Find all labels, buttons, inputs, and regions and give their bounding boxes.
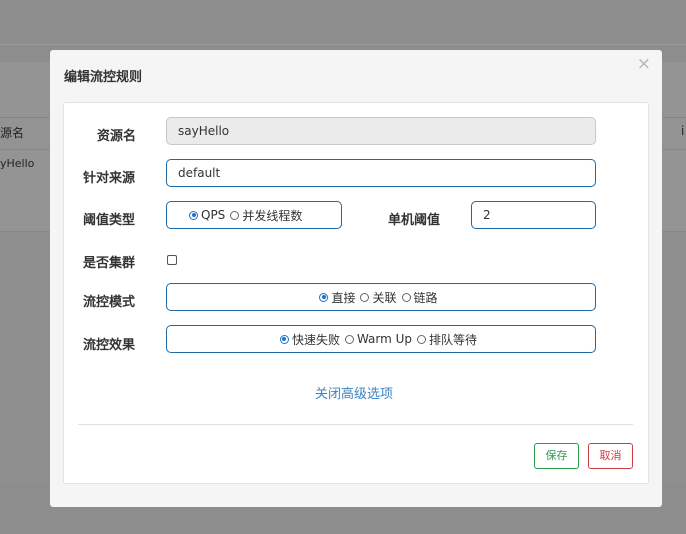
background-topbar [0, 0, 686, 45]
background-column-header-right: i [681, 124, 685, 138]
footer-divider [78, 424, 633, 425]
flow-effect-warm-up-option[interactable]: Warm Up [344, 332, 413, 346]
flow-mode-chain-label: 链路 [413, 290, 438, 305]
radio-checked-icon[interactable] [189, 210, 198, 220]
radio-checked-icon[interactable] [319, 292, 329, 302]
cluster-label: 是否集群 [83, 256, 136, 271]
threshold-type-radio-group: QPS 并发线程数 [166, 201, 342, 229]
resource-label: 资源名 [97, 129, 137, 144]
radio-unchecked-icon[interactable] [230, 210, 240, 220]
radio-unchecked-icon[interactable] [360, 292, 370, 302]
threshold-type-qps-label: QPS [201, 208, 226, 222]
radio-unchecked-icon[interactable] [344, 334, 354, 344]
flow-effect-fast-fail-label: 快速失败 [291, 332, 340, 347]
flow-effect-fast-fail-option[interactable]: 快速失败 [279, 331, 340, 348]
toggle-advanced-options-link[interactable]: 关闭高级选项 [315, 383, 393, 402]
resource-name-input[interactable]: sayHello [166, 117, 596, 145]
flow-mode-relate-option[interactable]: 关联 [360, 289, 397, 306]
flow-effect-queue-option[interactable]: 排队等待 [417, 331, 477, 348]
flow-effect-radio-group: 快速失败 Warm Up 排队等待 [166, 325, 596, 353]
radio-unchecked-icon[interactable] [401, 292, 411, 302]
threshold-type-label: 阈值类型 [83, 213, 136, 228]
close-icon[interactable]: × [637, 55, 651, 73]
flow-effect-label: 流控效果 [83, 338, 136, 353]
dialog-form-panel: 资源名 sayHello 针对来源 default 阈值类型 QPS 并发线程数… [63, 102, 649, 484]
cancel-button[interactable]: 取消 [588, 443, 633, 469]
flow-effect-queue-label: 排队等待 [429, 332, 478, 347]
threshold-type-thread-option[interactable]: 并发线程数 [230, 207, 302, 224]
flow-mode-direct-label: 直接 [331, 290, 356, 305]
background-table-cell: yHello [0, 157, 35, 170]
single-threshold-label: 单机阈值 [388, 213, 441, 228]
flow-mode-chain-option[interactable]: 链路 [401, 289, 438, 306]
background-column-header: 源名 [0, 126, 25, 140]
flow-mode-label: 流控模式 [83, 295, 136, 310]
limit-app-input[interactable]: default [166, 159, 596, 187]
dialog-title: 编辑流控规则 [64, 70, 143, 85]
flow-mode-radio-group: 直接 关联 链路 [166, 283, 596, 311]
edit-flow-rule-dialog: 编辑流控规则 × 资源名 sayHello 针对来源 default 阈值类型 … [50, 50, 662, 507]
cluster-checkbox[interactable] [167, 255, 177, 265]
source-label: 针对来源 [83, 171, 136, 186]
radio-unchecked-icon[interactable] [417, 334, 427, 344]
flow-effect-warm-up-label: Warm Up [356, 332, 413, 346]
radio-checked-icon[interactable] [279, 334, 289, 344]
flow-mode-direct-option[interactable]: 直接 [319, 289, 355, 306]
save-button[interactable]: 保存 [534, 443, 579, 469]
single-threshold-input[interactable]: 2 [471, 201, 596, 229]
threshold-type-thread-label: 并发线程数 [242, 208, 303, 223]
flow-mode-relate-label: 关联 [372, 290, 397, 305]
threshold-type-qps-option[interactable]: QPS [189, 208, 225, 222]
